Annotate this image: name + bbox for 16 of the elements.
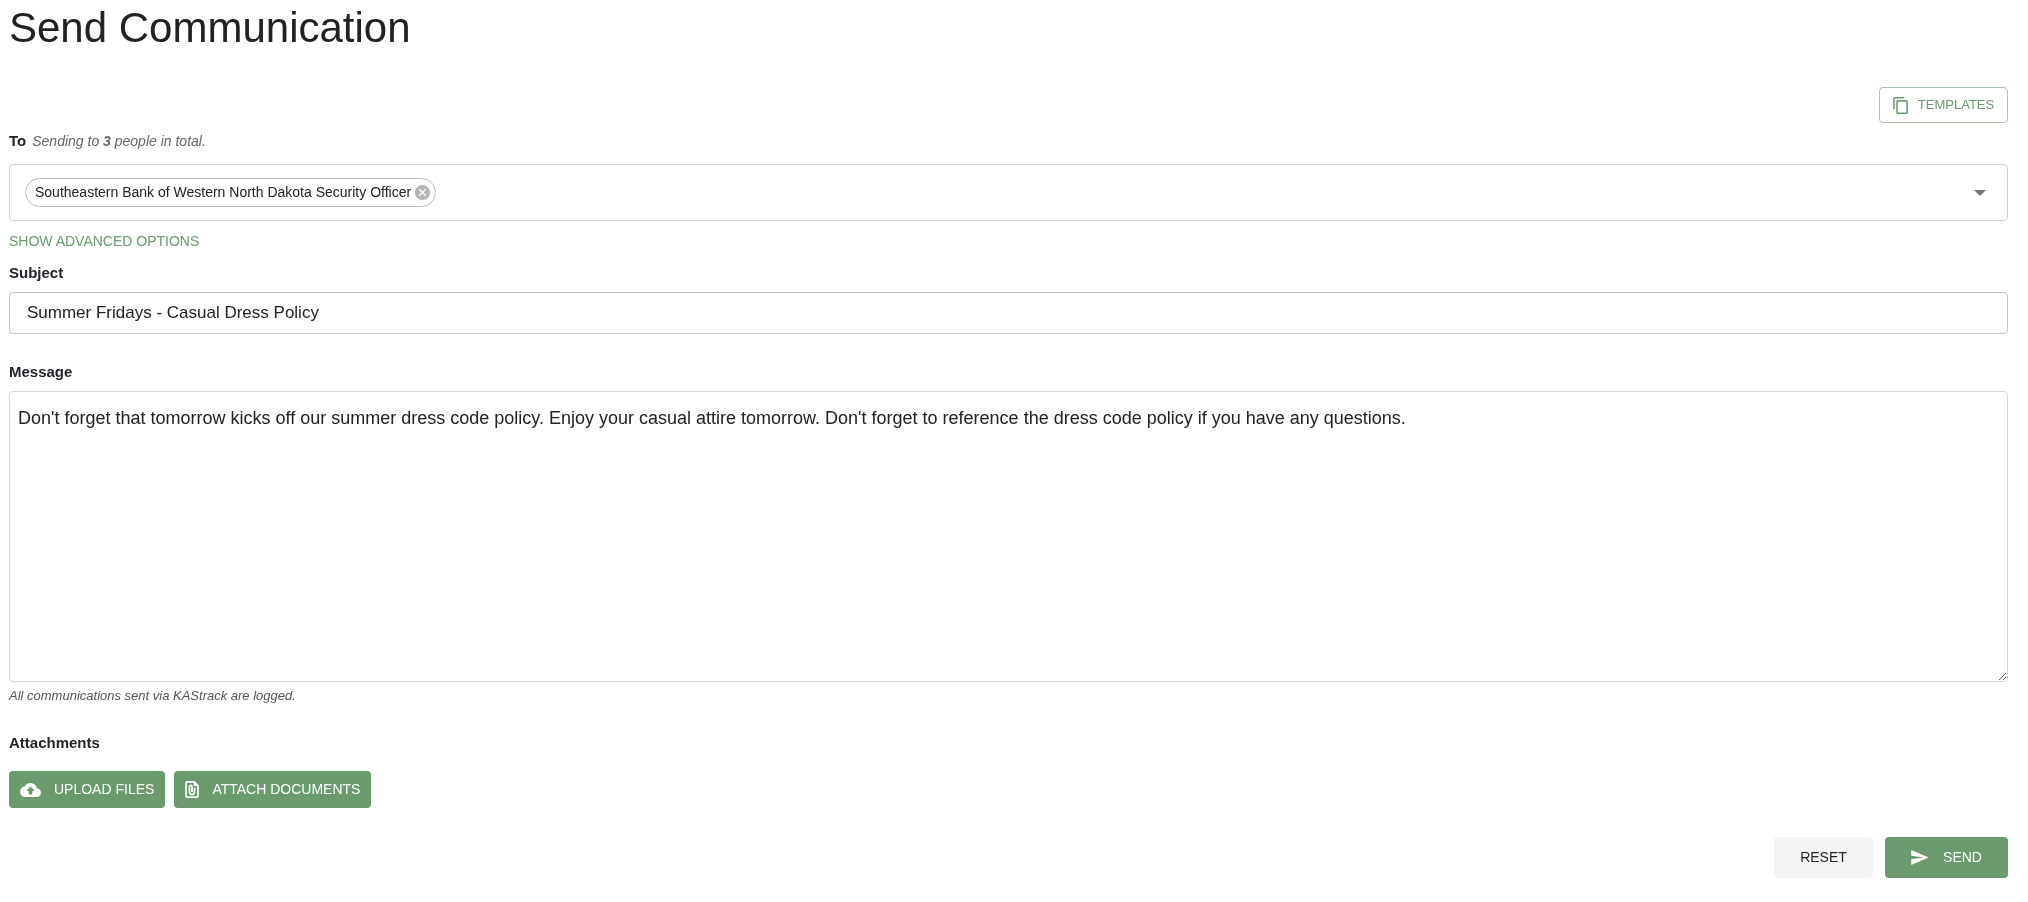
subject-label: Subject: [9, 262, 64, 283]
recipient-count-text: Sending to 3 people in total.: [32, 131, 206, 151]
copy-icon: [1892, 96, 1908, 114]
cloud-upload-icon: [20, 782, 41, 797]
recipients-select[interactable]: Southeastern Bank of Western North Dakota Security Officer: [9, 164, 2008, 221]
subject-field[interactable]: Summer Fridays - Casual Dress Policy: [9, 292, 2008, 334]
caret-down-icon[interactable]: [1974, 189, 1986, 196]
logging-note: All communications sent via KAStrack are logged.: [9, 687, 296, 706]
message-label: Message: [9, 361, 73, 382]
document-clip-icon: [185, 781, 200, 798]
page-title: Send Communication: [9, 3, 411, 53]
reset-button[interactable]: RESET: [1774, 837, 1873, 878]
to-label: To: [9, 130, 27, 151]
attachments-label: Attachments: [9, 732, 100, 753]
message-field[interactable]: Don't forget that tomorrow kicks off our summer dress code policy. Enjoy your casual attire tomorrow. Don't forget to reference the dress code policy if you have any questions.: [9, 391, 2008, 682]
send-icon: [1911, 850, 1930, 865]
